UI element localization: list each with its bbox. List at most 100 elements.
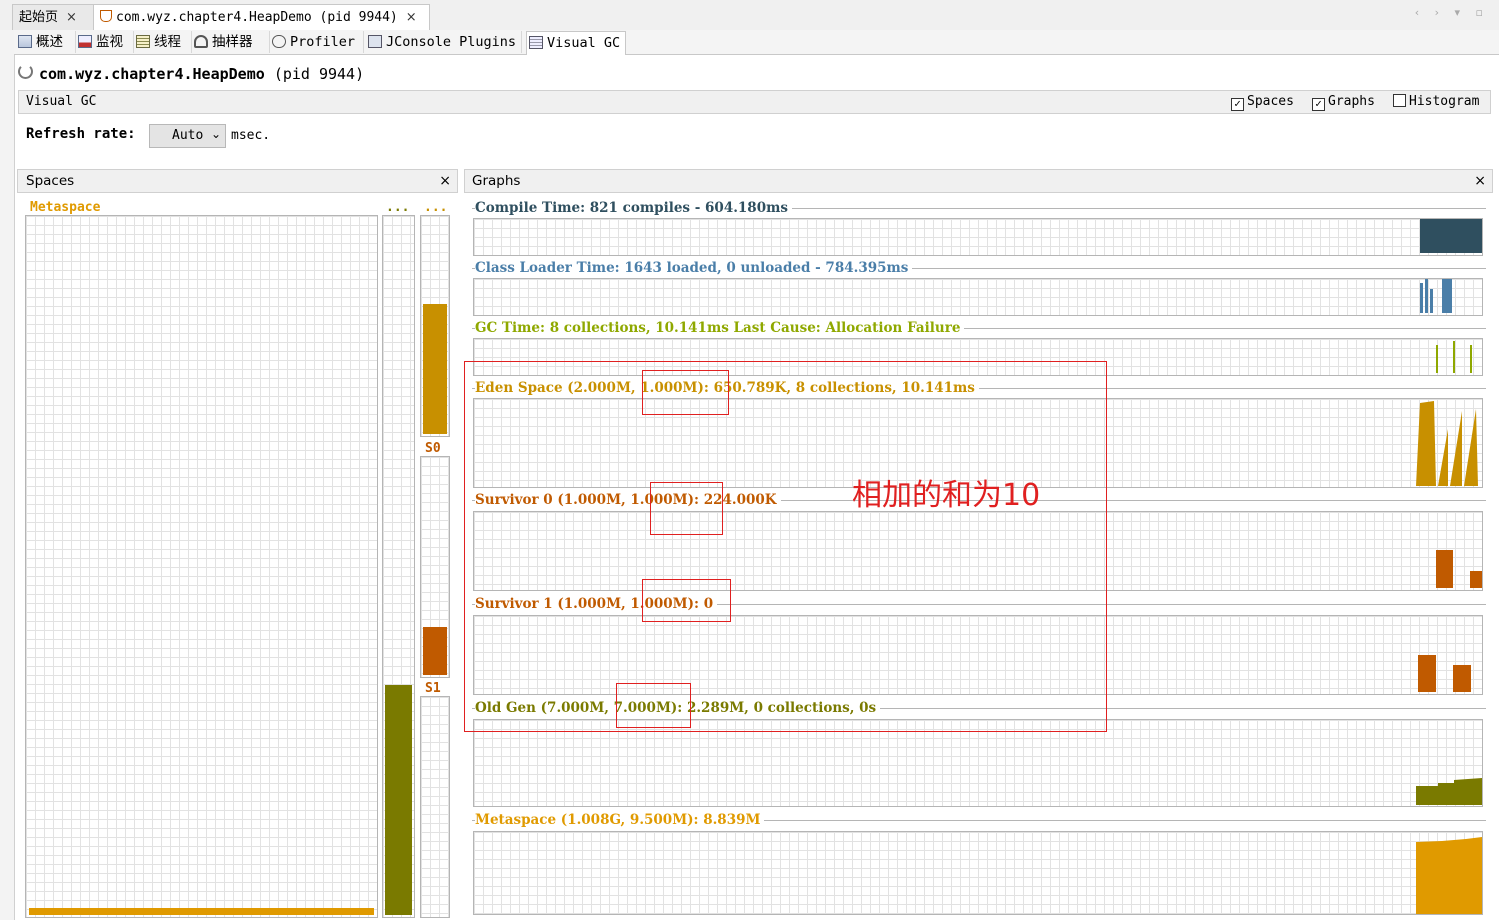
refresh-rate-value: Auto xyxy=(172,128,204,143)
sampler-icon xyxy=(194,35,208,48)
survivor0-space-label: S0 xyxy=(423,441,443,456)
view-tab-bar: 概述 监视 线程 抽样器 Profiler JConsole Plugins V… xyxy=(14,30,1499,55)
eden-fill-bar xyxy=(423,304,447,434)
monitor-icon xyxy=(78,35,92,48)
histogram-checkbox[interactable]: Histogram xyxy=(1393,94,1479,109)
threads-icon xyxy=(136,35,150,48)
refresh-rate-select[interactable]: Auto ⌄ xyxy=(149,124,226,148)
class-loader-spike xyxy=(1425,279,1428,313)
checkbox-checked-icon: ✓ xyxy=(1312,98,1325,111)
visual-gc-toolbar: Visual GC ✓ Spaces ✓ Graphs Histogram xyxy=(18,90,1491,114)
gc-time-spike xyxy=(1436,345,1438,373)
gc-time-spike xyxy=(1470,345,1472,373)
annotation-old-highlight xyxy=(616,683,691,728)
annotation-outer-box xyxy=(464,361,1107,732)
tab-label: 概述 xyxy=(36,34,63,50)
graphs-panel-header: Graphs × xyxy=(464,169,1493,193)
class-loader-graph xyxy=(473,278,1483,316)
compile-time-graph xyxy=(473,218,1483,256)
checkbox-label: Graphs xyxy=(1328,94,1375,109)
survivor1-space-label: S1 xyxy=(423,681,443,696)
process-pid: (pid 9944) xyxy=(273,65,365,83)
graphs-checkbox[interactable]: ✓ Graphs xyxy=(1312,94,1375,111)
jconsole-icon xyxy=(368,35,382,48)
survivor0-fill-bar xyxy=(423,627,447,675)
survivor1-usage-bar xyxy=(1453,665,1471,692)
checkbox-checked-icon: ✓ xyxy=(1231,98,1244,111)
tab-sampler[interactable]: 抽样器 xyxy=(192,31,270,53)
old-gen-fill-bar xyxy=(385,685,412,915)
spaces-panel-title: Spaces xyxy=(26,173,75,189)
survivor1-usage-bar xyxy=(1418,655,1436,692)
tab-navigation-arrows[interactable]: ‹ › ▾ ▫ xyxy=(1415,6,1489,19)
loading-spinner-icon xyxy=(18,64,33,79)
annotation-eden-highlight xyxy=(642,370,729,415)
metaspace-space-box xyxy=(25,215,378,918)
eden-space-sawtooth xyxy=(1416,401,1478,486)
compile-time-activity-bar xyxy=(1420,219,1482,253)
survivor0-space-box xyxy=(420,456,450,678)
spaces-panel-header: Spaces × xyxy=(17,169,458,193)
survivor0-usage-bar xyxy=(1470,571,1482,588)
tab-jconsole-plugins[interactable]: JConsole Plugins xyxy=(366,31,522,53)
old-gen-area xyxy=(1416,778,1482,805)
tab-heapdemo[interactable]: com.wyz.chapter4.HeapDemo (pid 9944) × xyxy=(93,4,430,31)
tab-label: com.wyz.chapter4.HeapDemo (pid 9944) xyxy=(116,10,398,25)
annotation-s1-highlight xyxy=(642,579,731,622)
java-icon xyxy=(100,10,112,22)
process-name: com.wyz.chapter4.HeapDemo xyxy=(39,65,265,83)
tab-label: 起始页 xyxy=(19,10,59,25)
compile-time-title: Compile Time: 821 compiles - 604.180ms xyxy=(475,200,792,216)
left-edge-strip xyxy=(0,30,15,920)
class-loader-time-title: Class Loader Time: 1643 loaded, 0 unload… xyxy=(475,260,913,276)
metaspace-graph xyxy=(473,831,1483,915)
close-icon[interactable]: × xyxy=(66,5,77,30)
close-icon[interactable]: × xyxy=(439,170,451,192)
annotation-s0-highlight xyxy=(650,482,723,535)
checkbox-label: Spaces xyxy=(1247,94,1294,109)
class-loader-spike xyxy=(1442,279,1452,313)
old-gen-space-label: ... xyxy=(384,200,412,215)
tab-visual-gc[interactable]: Visual GC xyxy=(526,31,626,55)
tab-label: JConsole Plugins xyxy=(386,34,517,50)
metaspace-fill-bar xyxy=(29,908,374,915)
tab-profiler[interactable]: Profiler xyxy=(270,31,364,53)
eden-space-label: ... xyxy=(422,200,450,215)
eden-space-box xyxy=(420,215,450,437)
spaces-checkbox[interactable]: ✓ Spaces xyxy=(1231,94,1294,111)
metaspace-space-label: Metaspace xyxy=(28,200,103,215)
gc-time-title: GC Time: 8 collections, 10.141ms Last Ca… xyxy=(475,320,965,336)
checkbox-unchecked-icon xyxy=(1393,94,1406,107)
class-loader-spike xyxy=(1430,289,1433,313)
visual-gc-label: Visual GC xyxy=(26,94,97,109)
document-tab-bar: 起始页 × com.wyz.chapter4.HeapDemo (pid 9944… xyxy=(0,0,1499,31)
old-gen-graph xyxy=(473,719,1483,807)
graphs-panel-title: Graphs xyxy=(472,173,521,189)
old-gen-space-box xyxy=(382,215,415,918)
survivor0-usage-bar xyxy=(1436,550,1453,588)
tab-label: 线程 xyxy=(154,34,181,50)
refresh-rate-label: Refresh rate: xyxy=(26,126,136,142)
overview-icon xyxy=(18,35,32,48)
chevron-down-icon: ⌄ xyxy=(210,127,221,141)
class-loader-spike xyxy=(1420,283,1423,313)
tab-label: 监视 xyxy=(96,34,123,50)
page-title: com.wyz.chapter4.HeapDemo (pid 9944) xyxy=(18,64,364,83)
tab-start-page[interactable]: 起始页 × xyxy=(12,4,94,30)
tab-label: Visual GC xyxy=(547,35,621,51)
metaspace-title: Metaspace (1.008G, 9.500M): 8.839M xyxy=(475,812,765,828)
profiler-icon xyxy=(272,35,286,48)
tab-label: 抽样器 xyxy=(212,34,253,50)
tab-threads[interactable]: 线程 xyxy=(134,31,192,53)
refresh-rate-unit: msec. xyxy=(231,128,271,143)
survivor1-space-box xyxy=(420,696,450,918)
annotation-text: 相加的和为10 xyxy=(852,478,1041,513)
close-icon[interactable]: × xyxy=(406,5,417,30)
gc-time-spike xyxy=(1453,341,1455,373)
tab-overview[interactable]: 概述 xyxy=(16,31,76,53)
close-icon[interactable]: × xyxy=(1474,170,1486,192)
tab-monitor[interactable]: 监视 xyxy=(76,31,134,53)
metaspace-area xyxy=(1416,837,1482,914)
tab-label: Profiler xyxy=(290,34,356,50)
visual-gc-icon xyxy=(529,36,543,49)
